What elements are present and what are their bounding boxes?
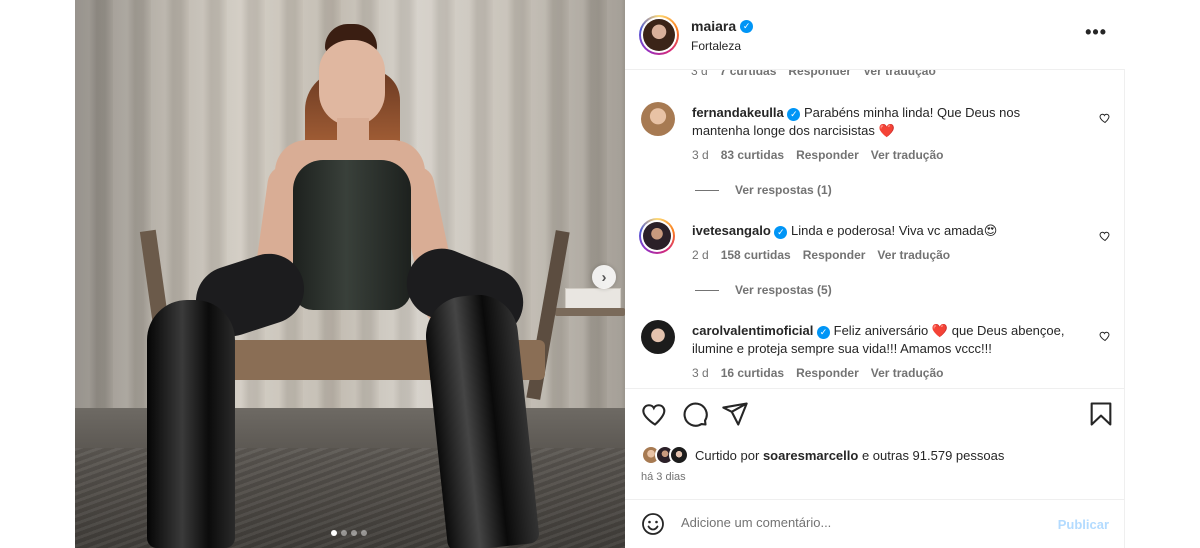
next-slide-button[interactable]: › [592,265,616,289]
verified-badge-icon: ✓ [817,326,831,339]
carousel-dots [331,530,367,536]
likes-suffix[interactable]: e outras 91.579 pessoas [862,448,1004,463]
carousel-dot [341,530,347,536]
likes-prefix: Curtido por [695,447,760,463]
commenter-avatar[interactable] [641,102,675,136]
reply-button[interactable]: Responder [796,148,859,162]
chevron-right-icon: › [601,268,607,286]
liker-username[interactable]: soaresmarcello [763,448,858,463]
section-divider [625,388,1125,389]
commenter-username[interactable]: fernandakeulla [692,105,784,120]
view-replies-button[interactable]: Ver respostas (5) [695,283,832,297]
right-boot [422,290,540,548]
carousel-dot-active [331,530,337,536]
post-location[interactable]: Fortaleza [691,39,741,53]
comment-body-start: Feliz aniversário [833,323,929,338]
post-photo[interactable]: › [75,0,625,548]
reply-button[interactable]: Responder [796,366,859,380]
person-figure [75,0,625,548]
replies-line [695,289,719,291]
comment-likes[interactable]: 16 curtidas [721,366,784,380]
translate-button[interactable]: Ver tradução [877,248,950,262]
comment-text: fernandakeulla ✓ Parabéns minha linda! Q… [692,104,1072,140]
comment-text: carolvalentimoficial ✓ Feliz aniversário… [692,322,1072,358]
comment-text: ivetesangalo ✓ Linda e poderosa! Viva vc… [692,222,1072,240]
liker-avatar [669,445,689,465]
view-replies-label[interactable]: Ver respostas (1) [735,183,832,197]
comment-like-heart-icon[interactable] [1099,330,1111,342]
comment-like-heart-icon[interactable] [1099,230,1111,242]
comment-time: 3 d [692,366,709,380]
author-username-text[interactable]: maiara [691,18,736,34]
reply-button[interactable]: Responder [803,248,866,262]
comment-like-heart-icon[interactable] [1099,112,1111,124]
author-avatar[interactable] [639,15,679,55]
comment-icon[interactable] [681,400,709,428]
left-boot [147,300,235,548]
emoji-icon[interactable] [641,512,665,536]
carousel-dot [361,530,367,536]
post-actions [625,400,1125,432]
comment-time: 3 d [692,148,709,162]
comment-body: Linda e poderosa! Viva vc amada [791,223,984,238]
verified-badge-icon: ✓ [740,19,754,33]
comment-meta: 3 d 16 curtidas Responder Ver tradução [692,366,943,380]
carousel-dot [351,530,357,536]
comment-meta: 2 d 158 curtidas Responder Ver tradução [692,248,950,262]
likes-summary: Curtido por soaresmarcello e outras 91.5… [641,444,1004,466]
share-icon[interactable] [721,400,749,428]
comment-time: 2 d [692,248,709,262]
more-icon[interactable]: ••• [1085,22,1107,43]
replies-line [695,189,719,191]
post-timestamp[interactable]: há 3 dias [641,471,686,483]
translate-button[interactable]: Ver tradução [871,366,944,380]
add-comment-bar: Publicar [625,499,1125,548]
corset [293,160,411,310]
comment-meta: 3 d 83 curtidas Responder Ver tradução [692,148,943,162]
comment-emoji: ❤️ [878,123,895,138]
comment-input[interactable] [681,515,1041,530]
comment-emoji: 😍 [983,223,998,238]
publish-button[interactable]: Publicar [1058,517,1109,532]
commenter-avatar[interactable] [641,320,675,354]
verified-badge-icon: ✓ [774,226,788,239]
comment-emoji: ❤️ [931,323,949,338]
commenter-username[interactable]: ivetesangalo [692,223,771,238]
post-header: maiara ✓ Fortaleza ••• [625,0,1125,70]
post-details-panel: 3 d 7 curtidas Responder Ver tradução ma… [625,0,1125,548]
heart-icon[interactable] [641,400,669,428]
view-replies-button[interactable]: Ver respostas (1) [695,183,832,197]
view-replies-label[interactable]: Ver respostas (5) [735,283,832,297]
commenter-username[interactable]: carolvalentimoficial [692,323,813,338]
head [319,40,385,126]
translate-button[interactable]: Ver tradução [871,148,944,162]
commenter-avatar[interactable] [639,218,675,254]
author-username[interactable]: maiara ✓ [691,18,754,34]
comment-likes[interactable]: 158 curtidas [721,248,791,262]
verified-badge-icon: ✓ [787,108,801,121]
likes-text: Curtido por soaresmarcello e outras 91.5… [695,448,1004,463]
comment-likes[interactable]: 83 curtidas [721,148,784,162]
bookmark-icon[interactable] [1087,400,1115,428]
